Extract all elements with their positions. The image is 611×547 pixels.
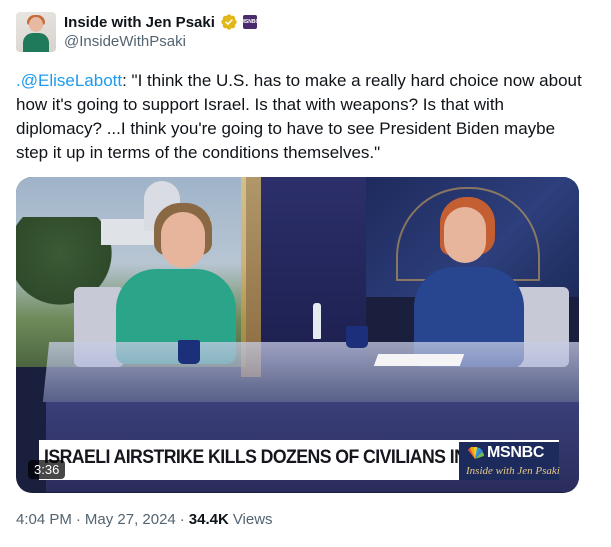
- peacock-icon: [468, 447, 484, 459]
- network-logo: MSNBC: [466, 444, 544, 462]
- guest-head: [161, 212, 205, 268]
- author-handle[interactable]: @InsideWithPsaki: [64, 33, 186, 50]
- avatar[interactable]: [16, 12, 56, 52]
- video-duration: 3:36: [28, 460, 66, 479]
- tweet-text: .@EliseLabott: "I think the U.S. has to …: [16, 69, 586, 165]
- author-name-row: Inside with Jen Psaki MSNBC: [64, 12, 260, 32]
- affiliate-badge-label: MSNBC: [240, 19, 260, 25]
- host-head: [444, 207, 486, 263]
- water-bottle: [313, 303, 321, 339]
- mention-link[interactable]: .@EliseLabott: [16, 71, 122, 90]
- video-player[interactable]: ISRAELI AIRSTRIKE KILLS DOZENS OF CIVILI…: [16, 177, 579, 493]
- glass-desk: [42, 342, 579, 402]
- avatar-head: [29, 17, 43, 32]
- mug-right: [346, 326, 368, 348]
- post-date[interactable]: May 27, 2024: [85, 511, 176, 528]
- views-count[interactable]: 34.4K: [189, 511, 229, 528]
- views-label: Views: [232, 511, 273, 528]
- mug-left: [178, 340, 200, 364]
- papers: [373, 354, 465, 366]
- tweet-meta: 4:04 PM · May 27, 2024 · 34.4K Views: [16, 511, 273, 528]
- show-bug: Inside with Jen Psaki: [466, 465, 560, 477]
- meta-separator: ·: [179, 511, 185, 528]
- affiliate-badge-icon[interactable]: MSNBC: [240, 15, 260, 29]
- display-name[interactable]: Inside with Jen Psaki: [64, 14, 215, 31]
- network-name: MSNBC: [487, 444, 545, 461]
- avatar-body: [23, 33, 49, 52]
- meta-separator: ·: [75, 511, 81, 528]
- post-time[interactable]: 4:04 PM: [16, 511, 72, 528]
- chyron-text: ISRAELI AIRSTRIKE KILLS DOZENS OF CIVILI…: [44, 447, 529, 468]
- verified-badge-icon[interactable]: [220, 13, 238, 31]
